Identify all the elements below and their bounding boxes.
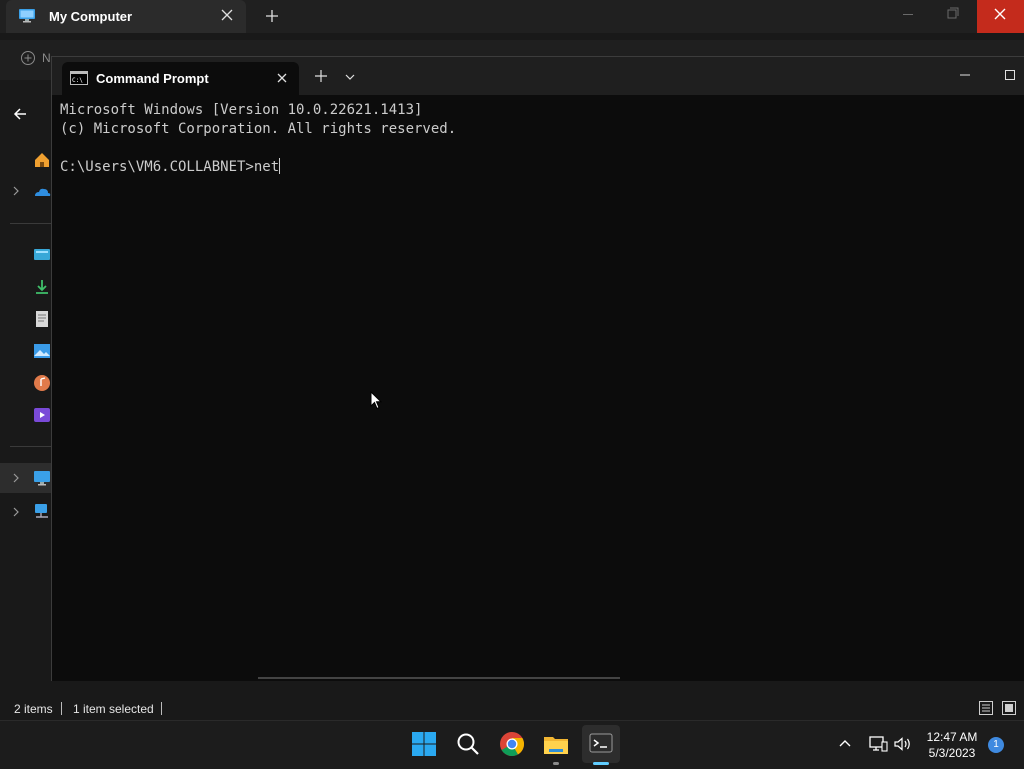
mouse-pointer-icon bbox=[370, 391, 382, 410]
clock[interactable]: 12:47 AM 5/3/2023 bbox=[916, 729, 988, 761]
downloads-icon[interactable] bbox=[32, 277, 52, 297]
volume-icon[interactable] bbox=[893, 735, 913, 753]
file-explorer-icon[interactable] bbox=[540, 728, 572, 760]
command-prompt-icon: C:\ bbox=[70, 71, 88, 85]
chevron-up-icon[interactable] bbox=[838, 737, 852, 751]
clock-time: 12:47 AM bbox=[926, 730, 978, 744]
terminal-icon[interactable] bbox=[582, 725, 620, 763]
videos-icon[interactable] bbox=[32, 405, 52, 425]
explorer-tab-title: My Computer bbox=[49, 9, 133, 24]
text-cursor bbox=[279, 158, 281, 174]
this-pc-nav-item[interactable] bbox=[0, 463, 52, 493]
tiles-view-icon[interactable] bbox=[1001, 700, 1017, 716]
terminal-tab-title: Command Prompt bbox=[96, 71, 209, 86]
terminal-output[interactable]: Microsoft Windows [Version 10.0.22621.14… bbox=[60, 101, 1010, 671]
command-line[interactable]: C:\Users\VM6.COLLABNET>net bbox=[60, 158, 1010, 177]
prompt-text: C:\Users\VM6.COLLABNET>net bbox=[60, 159, 280, 175]
music-icon[interactable] bbox=[32, 373, 52, 393]
explorer-tab[interactable]: My Computer bbox=[6, 0, 246, 33]
desktop-folder-icon[interactable] bbox=[32, 245, 52, 265]
new-button-label: N bbox=[42, 51, 51, 65]
new-button[interactable]: N bbox=[20, 50, 51, 66]
status-divider bbox=[61, 702, 62, 715]
svg-text:C:\: C:\ bbox=[72, 77, 83, 84]
close-tab-icon[interactable] bbox=[219, 7, 235, 23]
explorer-tab-bar: My Computer bbox=[0, 0, 1024, 33]
nav-divider bbox=[10, 223, 52, 224]
documents-icon[interactable] bbox=[32, 309, 52, 329]
chrome-icon[interactable] bbox=[496, 728, 528, 760]
computer-icon bbox=[32, 468, 52, 488]
pictures-icon[interactable] bbox=[32, 341, 52, 361]
onedrive-icon[interactable] bbox=[32, 182, 52, 202]
terminal-minimize-button[interactable] bbox=[957, 67, 973, 83]
status-divider bbox=[161, 702, 162, 715]
explorer-close-button[interactable] bbox=[977, 0, 1024, 33]
terminal-maximize-button[interactable] bbox=[1002, 67, 1018, 83]
terminal-window: C:\ Command Prompt Microsoft Windows [Ve… bbox=[51, 56, 1024, 681]
computer-icon bbox=[18, 8, 36, 24]
selected-count: 1 item selected bbox=[73, 702, 154, 716]
nav-divider bbox=[10, 446, 52, 447]
new-tab-icon[interactable] bbox=[314, 69, 328, 83]
running-indicator bbox=[553, 762, 559, 765]
new-tab-icon[interactable] bbox=[264, 8, 280, 24]
network-icon bbox=[32, 502, 52, 522]
explorer-minimize-button[interactable] bbox=[885, 0, 931, 33]
network-icon[interactable] bbox=[868, 735, 888, 753]
start-icon[interactable] bbox=[408, 728, 440, 760]
terminal-line: Microsoft Windows [Version 10.0.22621.14… bbox=[60, 102, 423, 118]
horizontal-scrollbar[interactable] bbox=[258, 677, 620, 679]
details-view-icon[interactable] bbox=[978, 700, 994, 716]
chevron-down-icon[interactable] bbox=[344, 71, 356, 83]
back-arrow-icon[interactable] bbox=[12, 106, 28, 122]
item-count: 2 items bbox=[14, 702, 53, 716]
explorer-navigation-pane bbox=[0, 90, 52, 690]
taskbar: 12:47 AM 5/3/2023 1 bbox=[0, 720, 1024, 769]
chevron-right-icon[interactable] bbox=[10, 185, 22, 197]
close-tab-icon[interactable] bbox=[274, 70, 290, 86]
terminal-tab-bar: C:\ Command Prompt bbox=[52, 57, 1024, 95]
explorer-status-bar: 2 items 1 item selected bbox=[0, 697, 1024, 720]
chevron-right-icon[interactable] bbox=[10, 472, 22, 484]
home-icon[interactable] bbox=[32, 150, 52, 170]
plus-circle-icon bbox=[21, 51, 35, 65]
chevron-right-icon[interactable] bbox=[10, 506, 22, 518]
active-indicator bbox=[593, 762, 609, 765]
search-icon[interactable] bbox=[452, 728, 484, 760]
explorer-restore-button[interactable] bbox=[930, 0, 976, 33]
terminal-line: (c) Microsoft Corporation. All rights re… bbox=[60, 121, 457, 137]
notification-badge[interactable]: 1 bbox=[988, 737, 1004, 753]
network-nav-item[interactable] bbox=[0, 497, 52, 527]
command-prompt-tab[interactable]: C:\ Command Prompt bbox=[62, 62, 299, 95]
clock-date: 5/3/2023 bbox=[928, 746, 976, 760]
